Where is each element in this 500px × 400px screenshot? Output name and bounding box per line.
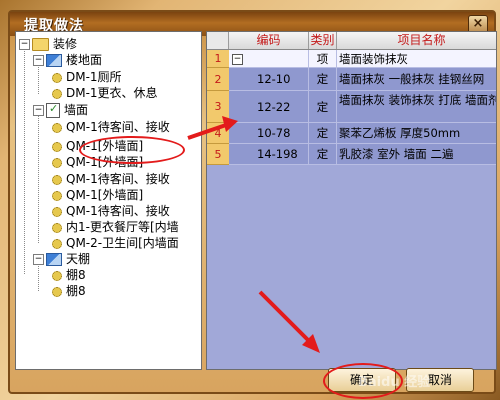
annotation-arrows — [187, 116, 320, 353]
arrow-to-grid-icon — [187, 116, 238, 140]
arrow-to-ok-icon — [258, 290, 320, 353]
